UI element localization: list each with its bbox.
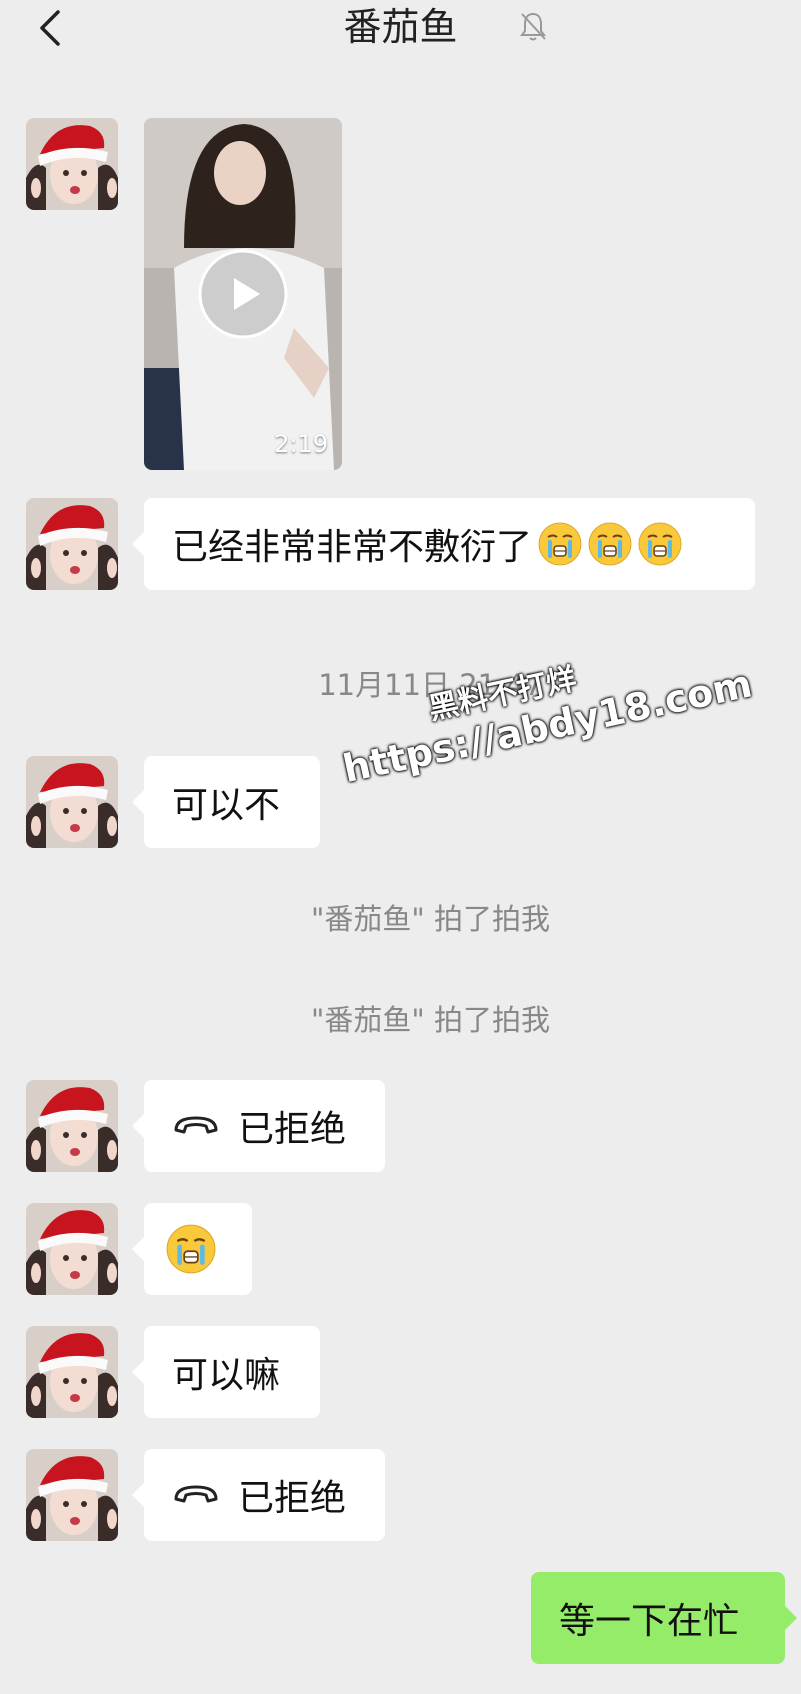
avatar-santa-hat	[26, 1449, 118, 1541]
video-message[interactable]: 2:19	[144, 118, 342, 470]
bell-off-icon	[520, 12, 546, 41]
avatar[interactable]	[26, 1449, 118, 1541]
avatar[interactable]	[26, 1203, 118, 1295]
avatar[interactable]	[26, 756, 118, 848]
message-bubble[interactable]: 可以不	[132, 756, 320, 848]
message-text: 可以嘛	[172, 1355, 281, 1396]
crying-face-icon	[166, 1224, 216, 1274]
avatar-santa-hat	[26, 498, 118, 590]
message-text: 已拒绝	[238, 1109, 347, 1150]
self-message-bubble[interactable]: 等一下在忙	[531, 1572, 797, 1664]
crying-face-icon	[588, 522, 632, 566]
avatar-santa-hat	[26, 1080, 118, 1172]
message-text: 可以不	[172, 785, 281, 826]
video-duration: 2:19	[274, 430, 328, 458]
message-text: 已经非常非常不敷衍了	[172, 527, 533, 568]
message-bubble[interactable]	[132, 1203, 252, 1295]
call-declined-bubble[interactable]: 已拒绝	[132, 1080, 385, 1172]
avatar-santa-hat	[26, 118, 118, 210]
call-declined-bubble[interactable]: 已拒绝	[132, 1449, 385, 1541]
message-bubble[interactable]: 已经非常非常不敷衍了	[132, 498, 755, 590]
avatar[interactable]	[26, 118, 118, 210]
crying-face-icon	[538, 522, 582, 566]
avatar[interactable]	[26, 1326, 118, 1418]
message-text: 等一下在忙	[559, 1601, 740, 1642]
chat-header: 番茄鱼	[0, 0, 801, 58]
avatar[interactable]	[26, 1080, 118, 1172]
message-text: 已拒绝	[238, 1478, 347, 1519]
message-bubble[interactable]: 可以嘛	[132, 1326, 320, 1418]
avatar-santa-hat	[26, 1203, 118, 1295]
avatar-santa-hat	[26, 756, 118, 848]
avatar-santa-hat	[26, 1326, 118, 1418]
chat-title: 番茄鱼	[343, 5, 458, 49]
avatar[interactable]	[26, 498, 118, 590]
pat-notice: "番茄鱼" 拍了拍我	[311, 902, 550, 936]
play-icon[interactable]	[197, 248, 289, 340]
pat-notice: "番茄鱼" 拍了拍我	[311, 1003, 550, 1037]
crying-face-icon	[638, 522, 682, 566]
hang-up-phone-icon	[172, 1114, 220, 1138]
hang-up-phone-icon	[172, 1483, 220, 1507]
watermark: 黑料不打烊 https://abdy18.com	[330, 618, 756, 791]
